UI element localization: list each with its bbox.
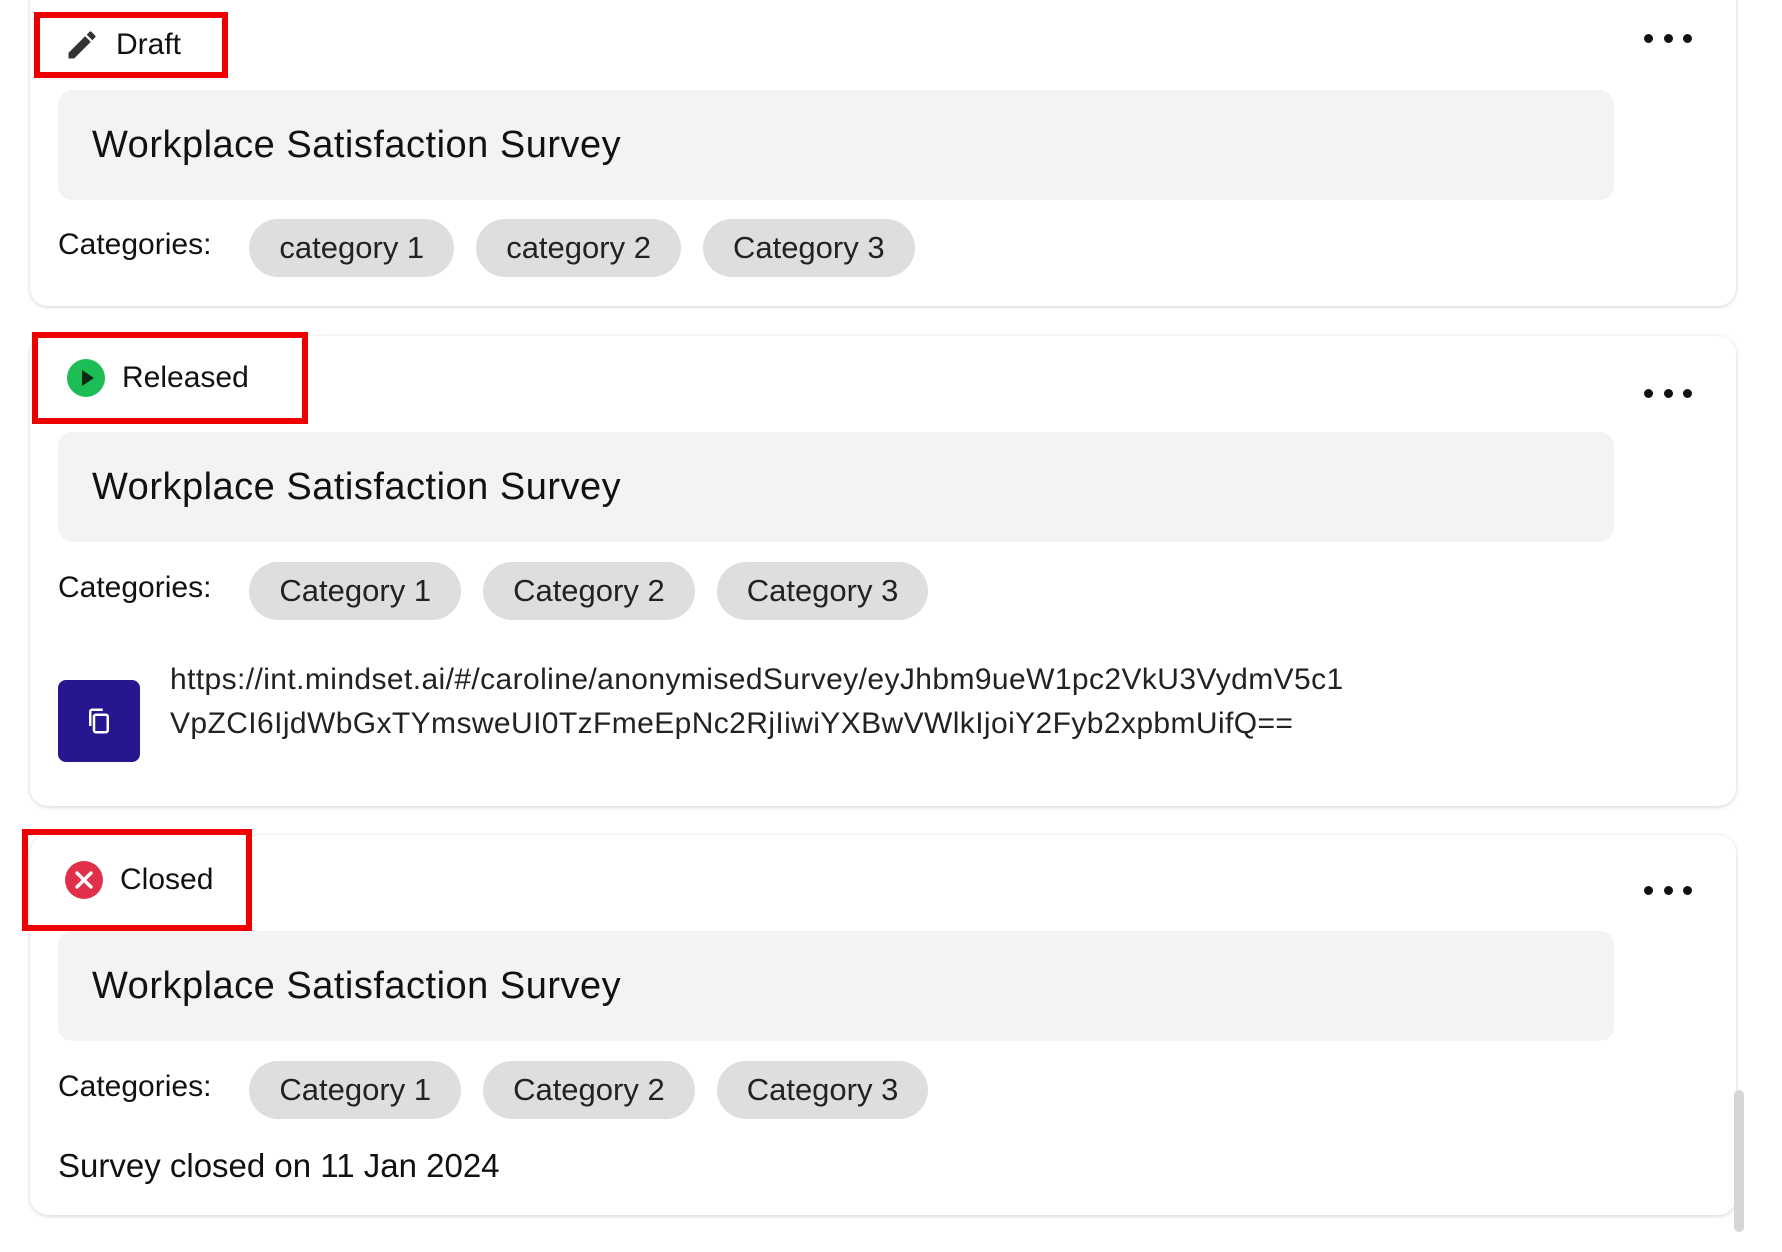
more-dot-icon: [1683, 388, 1692, 398]
categories-row: Categories: Category 1 Category 2 Catego…: [58, 562, 950, 620]
category-chip: Category 3: [702, 219, 915, 277]
survey-link[interactable]: https://int.mindset.ai/#/caroline/anonym…: [170, 658, 1350, 746]
copy-link-button[interactable]: [58, 680, 140, 762]
more-dot-icon: [1683, 33, 1692, 43]
more-dot-icon: [1644, 33, 1653, 43]
x-circle-icon: [64, 860, 104, 900]
categories-row: Categories: Category 1 Category 2 Catego…: [58, 1061, 950, 1119]
more-dot-icon: [1663, 885, 1673, 895]
survey-card-closed: Closed Workplace Satisfaction Survey Cat…: [22, 829, 1736, 1215]
survey-card-released: Released Workplace Satisfaction Survey C…: [30, 332, 1736, 806]
more-options-button[interactable]: [1644, 875, 1692, 905]
status-highlight-closed: Closed: [22, 829, 252, 931]
category-chip: Category 2: [483, 1061, 695, 1119]
survey-list: Draft Workplace Satisfaction Survey Cate…: [0, 0, 1782, 1252]
survey-title: Workplace Satisfaction Survey: [58, 432, 1614, 542]
category-chip: Category 2: [483, 562, 695, 620]
category-chip: Category 3: [716, 562, 929, 620]
more-dot-icon: [1644, 885, 1653, 895]
status-highlight-released: Released: [32, 332, 308, 424]
category-chip: Category 1: [249, 1061, 462, 1119]
copy-icon: [84, 706, 114, 736]
survey-title: Workplace Satisfaction Survey: [58, 90, 1614, 200]
survey-card-draft: Draft Workplace Satisfaction Survey Cate…: [30, 0, 1736, 306]
category-chip: Category 3: [716, 1061, 929, 1119]
more-options-button[interactable]: [1644, 378, 1692, 408]
more-dot-icon: [1663, 388, 1673, 398]
categories-label: Categories:: [58, 228, 212, 261]
categories-label: Categories:: [58, 1070, 212, 1103]
categories-label: Categories:: [58, 571, 212, 604]
category-chip: category 1: [249, 219, 455, 277]
status-label: Draft: [116, 28, 182, 61]
more-dot-icon: [1644, 388, 1653, 398]
survey-title: Workplace Satisfaction Survey: [58, 931, 1614, 1041]
pencil-icon: [62, 25, 102, 65]
category-chip: category 2: [476, 219, 681, 277]
more-options-button[interactable]: [1644, 23, 1692, 53]
category-chip: Category 1: [249, 562, 462, 620]
status-highlight-draft: Draft: [34, 12, 228, 78]
more-dot-icon: [1683, 885, 1692, 895]
scrollbar-thumb[interactable]: [1734, 1090, 1744, 1232]
categories-row: Categories: category 1 category 2 Catego…: [58, 219, 937, 277]
survey-closed-note: Survey closed on 11 Jan 2024: [58, 1147, 500, 1184]
more-dot-icon: [1663, 33, 1673, 43]
status-label: Released: [122, 361, 249, 394]
play-circle-icon: [66, 358, 106, 398]
status-label: Closed: [120, 863, 214, 896]
